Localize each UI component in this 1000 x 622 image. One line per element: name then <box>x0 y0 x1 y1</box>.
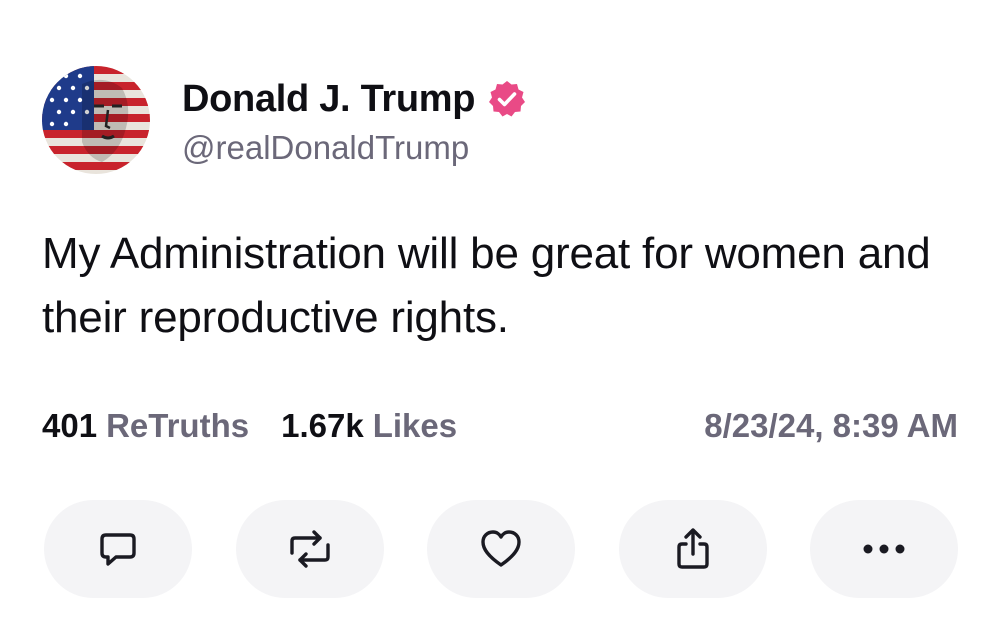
likes-stat[interactable]: 1.67k Likes <box>281 407 457 445</box>
retruth-button[interactable] <box>235 500 384 598</box>
like-button[interactable] <box>427 500 575 598</box>
likes-count: 1.67k <box>281 407 364 444</box>
more-icon <box>863 544 905 554</box>
reply-icon <box>100 533 136 566</box>
more-button[interactable] <box>810 500 958 598</box>
share-icon <box>676 528 709 569</box>
author-name-row: Donald J. Trump <box>182 73 527 125</box>
author-handle[interactable]: @realDonaldTrump <box>182 129 527 167</box>
post-actions <box>44 500 958 598</box>
retruths-stat[interactable]: 401 ReTruths <box>42 407 249 445</box>
reply-button[interactable] <box>44 500 192 598</box>
avatar[interactable] <box>42 66 150 174</box>
likes-label: Likes <box>372 407 458 444</box>
author-display-name[interactable]: Donald J. Trump <box>182 78 476 121</box>
post-stats: 401 ReTruths 1.67k Likes 8/23/24, 8:39 A… <box>42 404 958 448</box>
share-button[interactable] <box>618 500 767 598</box>
retruths-count: 401 <box>42 407 98 444</box>
author-identity: Donald J. Trump @realDonaldTrump <box>182 73 527 167</box>
post-text: My Administration will be great for wome… <box>42 229 931 342</box>
post-timestamp: 8/23/24, 8:39 AM <box>704 407 958 444</box>
verified-badge-icon <box>487 79 527 119</box>
retruths-label: ReTruths <box>106 407 250 444</box>
heart-icon <box>481 530 521 567</box>
post-header: Donald J. Trump @realDonaldTrump <box>42 66 527 174</box>
retruth-icon <box>289 530 330 568</box>
